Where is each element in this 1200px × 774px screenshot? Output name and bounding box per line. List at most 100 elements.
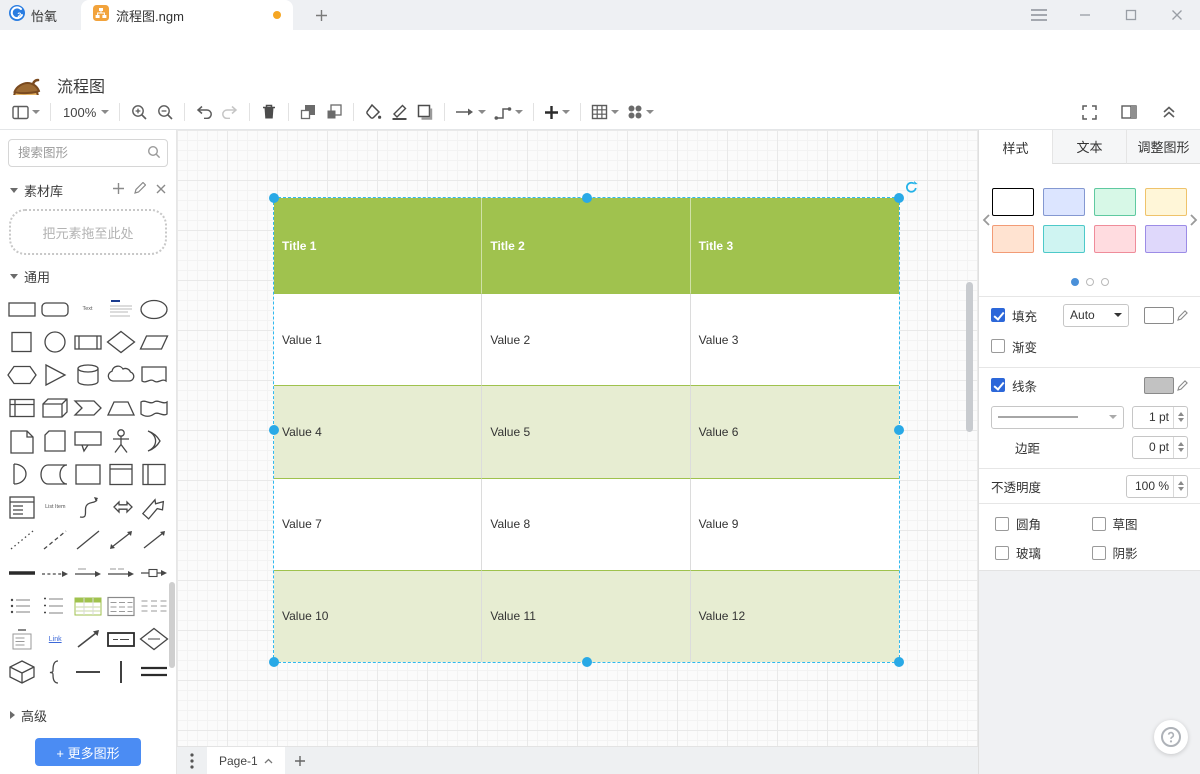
format-tab-调整图形[interactable]: 调整图形 [1126, 130, 1200, 164]
shape-or[interactable] [137, 425, 170, 457]
margin-input[interactable]: 0 pt [1132, 436, 1188, 459]
shape-list-item[interactable]: List Item [39, 491, 72, 523]
minimize-button[interactable] [1062, 0, 1108, 30]
table-header-cell[interactable]: Title 3 [691, 198, 899, 293]
preset-page-dot-0[interactable] [1071, 278, 1079, 286]
add-page-button[interactable] [285, 755, 315, 767]
shape-ellipse[interactable] [137, 293, 170, 325]
canvas-vertical-scrollbar[interactable] [966, 282, 973, 432]
table-cell[interactable]: Value 2 [482, 293, 690, 385]
help-button[interactable] [1154, 720, 1188, 754]
table-header-cell[interactable]: Title 1 [274, 198, 482, 293]
table-header-cell[interactable]: Title 2 [482, 198, 690, 293]
close-library-icon[interactable] [156, 181, 166, 199]
shape-trapezoid[interactable] [104, 392, 137, 424]
shape-circle[interactable] [39, 326, 72, 358]
table-cell[interactable]: Value 5 [482, 385, 690, 477]
toggle-checkbox-草图[interactable] [1092, 517, 1106, 531]
fullscreen-button[interactable] [1076, 99, 1102, 125]
preset-page-dot-1[interactable] [1086, 278, 1094, 286]
resize-handle-w[interactable] [269, 425, 279, 435]
line-style-select[interactable] [991, 406, 1124, 429]
shape-solid-edge[interactable] [72, 557, 105, 589]
shape-horizontal-line[interactable] [72, 656, 105, 688]
shape-list[interactable] [6, 491, 39, 523]
shape-cloud[interactable] [104, 359, 137, 391]
preset-page-dot-2[interactable] [1101, 278, 1109, 286]
search-input[interactable] [8, 139, 168, 167]
resize-handle-sw[interactable] [269, 657, 279, 667]
zoom-level-dropdown[interactable]: 100% [57, 99, 113, 125]
format-panel-toggle-button[interactable] [1116, 99, 1142, 125]
table-cell[interactable]: Value 1 [274, 293, 482, 385]
view-outline-button[interactable] [8, 99, 44, 125]
fill-checkbox[interactable] [991, 308, 1005, 322]
shape-titled-list[interactable] [6, 623, 39, 655]
shape-hexagon[interactable] [6, 359, 39, 391]
style-swatch-6[interactable] [1094, 225, 1136, 253]
shape-table-plain[interactable] [137, 590, 170, 622]
table-cell[interactable]: Value 10 [274, 570, 482, 662]
table-cell[interactable]: Value 8 [482, 478, 690, 570]
table-cell[interactable]: Value 9 [691, 478, 899, 570]
collapse-toolbar-button[interactable] [1156, 99, 1182, 125]
presets-next-icon[interactable] [1187, 214, 1200, 226]
rotate-handle-icon[interactable] [905, 181, 918, 199]
shape-document[interactable] [137, 359, 170, 391]
toggle-checkbox-阴影[interactable] [1092, 546, 1106, 560]
shape-actor[interactable] [104, 425, 137, 457]
more-shapes-button[interactable]: + 更多图形 [35, 738, 141, 766]
shape-labeled-rectangle[interactable] [104, 623, 137, 655]
shape-dashed-edge[interactable] [39, 557, 72, 589]
shape-double-arrow[interactable] [104, 491, 137, 523]
layout-button[interactable] [623, 99, 658, 125]
gradient-checkbox[interactable] [991, 339, 1005, 353]
table-cell[interactable]: Value 6 [691, 385, 899, 477]
toggle-checkbox-玻璃[interactable] [995, 546, 1009, 560]
sidebar-scrollbar[interactable] [169, 582, 175, 668]
shape-double-line[interactable] [137, 656, 170, 688]
to-back-button[interactable] [321, 99, 347, 125]
shape-table-green[interactable] [72, 590, 105, 622]
opacity-input[interactable]: 100 % [1126, 475, 1188, 498]
shape-boxed-edge[interactable] [137, 557, 170, 589]
shape-cylinder[interactable] [72, 359, 105, 391]
style-swatch-5[interactable] [1043, 225, 1085, 253]
line-color-picker[interactable] [1144, 377, 1188, 394]
shape-isometric-cube[interactable] [6, 656, 39, 688]
table-cell[interactable]: Value 12 [691, 570, 899, 662]
style-swatch-0[interactable] [992, 188, 1034, 216]
table-cell[interactable]: Value 4 [274, 385, 482, 477]
shape-heading[interactable] [104, 293, 137, 325]
shape-diamond[interactable] [104, 326, 137, 358]
close-button[interactable] [1154, 0, 1200, 30]
shape-window[interactable] [104, 458, 137, 490]
shape-container[interactable] [72, 458, 105, 490]
page-tab[interactable]: Page-1 [207, 747, 285, 774]
shape-note[interactable] [6, 425, 39, 457]
shape-brace[interactable] [39, 656, 72, 688]
style-swatch-4[interactable] [992, 225, 1034, 253]
shape-square[interactable] [6, 326, 39, 358]
line-width-input[interactable]: 1 pt [1132, 406, 1188, 429]
style-swatch-1[interactable] [1043, 188, 1085, 216]
redo-button[interactable] [217, 99, 243, 125]
opacity-spinner[interactable] [1173, 476, 1187, 497]
shape-cube[interactable] [39, 392, 72, 424]
style-swatch-7[interactable] [1145, 225, 1187, 253]
shape-internal-storage[interactable] [6, 392, 39, 424]
shape-parallelogram[interactable] [137, 326, 170, 358]
shape-labeled-diamond[interactable] [137, 623, 170, 655]
add-library-icon[interactable] [113, 181, 124, 199]
to-front-button[interactable] [295, 99, 321, 125]
shape-dotted-line[interactable] [6, 524, 39, 556]
table-shape[interactable]: Title 1Title 2Title 3Value 1Value 2Value… [274, 198, 899, 662]
table-insert-button[interactable] [587, 99, 623, 125]
shape-diagonal-arrow[interactable] [72, 623, 105, 655]
undo-button[interactable] [191, 99, 217, 125]
fill-mode-select[interactable]: Auto [1063, 304, 1129, 327]
shape-text[interactable]: Text [72, 293, 105, 325]
shape-numbered-list[interactable] [39, 590, 72, 622]
zoom-out-button[interactable] [152, 99, 178, 125]
margin-spinner[interactable] [1173, 437, 1187, 458]
